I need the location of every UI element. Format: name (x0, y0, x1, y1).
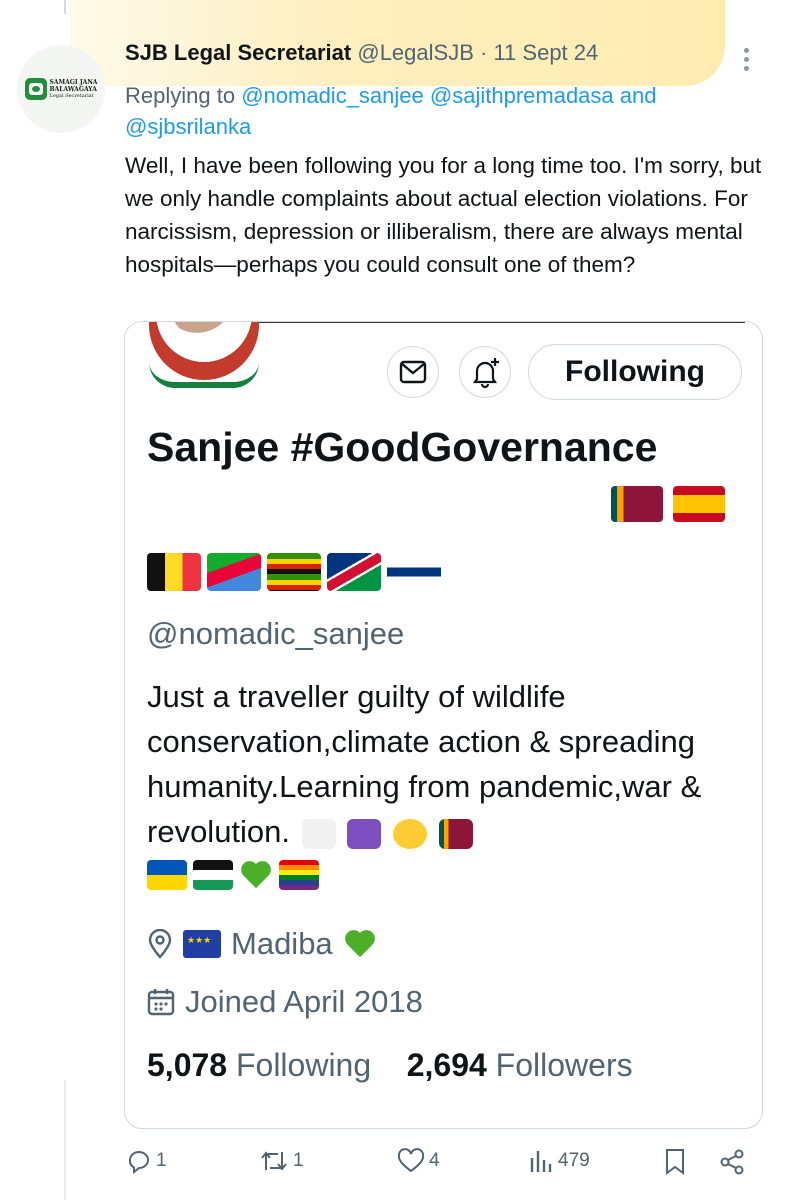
like-count: 4 (429, 1150, 440, 1171)
followers-label: Followers (495, 1047, 633, 1083)
author-name[interactable]: SJB Legal Secretariat (125, 40, 351, 65)
more-options-icon[interactable] (736, 44, 756, 74)
bookmark-icon (666, 1149, 684, 1175)
profile-bio: Just a traveller guilty of wildlife cons… (147, 674, 747, 854)
belgium-flag-icon (147, 553, 201, 591)
name-flags (611, 486, 731, 522)
bio-emojis-row (147, 860, 319, 890)
message-button[interactable] (387, 346, 439, 398)
tweet-actions-bar: 1 1 4 479 (0, 1140, 786, 1190)
notify-button[interactable] (459, 346, 511, 398)
mention-link[interactable]: @sjbsrilanka (125, 114, 251, 139)
profile-avatar-ring (149, 362, 259, 388)
calendar-icon (147, 989, 175, 1016)
sri-lanka-flag-icon (438, 818, 473, 849)
author-avatar[interactable]: SAMAGI JANA BALAWAGAYA Legal Secretariat (17, 45, 105, 133)
mask-face-icon (392, 818, 427, 849)
palestine-flag-icon (193, 860, 233, 890)
reply-button[interactable]: 1 (126, 1148, 167, 1174)
dove-icon (301, 818, 336, 849)
like-button[interactable]: 4 (397, 1148, 440, 1174)
profile-stats: 5,078 Following 2,694 Followers (147, 1047, 633, 1084)
share-button[interactable] (718, 1148, 746, 1176)
reply-icon (128, 1151, 149, 1174)
view-count: 479 (558, 1150, 590, 1171)
replying-and: and (619, 83, 657, 108)
zimbabwe-flag-icon (267, 553, 321, 591)
mention-link[interactable]: @nomadic_sanjee (241, 83, 424, 108)
repost-count: 1 (293, 1150, 304, 1171)
repost-button[interactable]: 1 (259, 1148, 304, 1174)
mention-link[interactable]: @sajithpremadasa (430, 83, 614, 108)
name-flags-row (147, 553, 441, 591)
views-bar-chart-icon (530, 1151, 552, 1172)
tweet-date[interactable]: 11 Sept 24 (493, 40, 598, 65)
logo-line-3: Legal Secretariat (49, 92, 94, 99)
envelope-icon (399, 360, 427, 384)
repost-icon (261, 1151, 287, 1171)
green-heart-icon (239, 860, 273, 890)
thread-line-top (64, 0, 66, 14)
heart-icon (397, 1148, 425, 1173)
profile-location: Madiba (147, 926, 377, 962)
separator-dot: · (480, 40, 488, 65)
logo-line-2: BALAWAGAYA (49, 85, 97, 93)
bell-plus-icon (472, 358, 499, 388)
share-icon (720, 1149, 744, 1175)
tweet-header: SJB Legal Secretariat @LegalSJB · 11 Sep… (125, 40, 598, 66)
sri-lanka-flag-icon (611, 486, 663, 522)
profile-joined: Joined April 2018 (147, 984, 423, 1020)
location-pin-icon (148, 929, 172, 959)
logo-line-1: SAMAGI JANA (49, 78, 98, 86)
location-text: Madiba (231, 926, 333, 961)
ukraine-flag-icon (147, 860, 187, 890)
eritrea-flag-icon (207, 553, 261, 591)
joined-text: Joined April 2018 (185, 984, 423, 1019)
green-heart-icon (343, 929, 377, 959)
profile-card-image[interactable]: Following Sanjee #GoodGovernance @nomadi… (124, 321, 763, 1129)
sjb-logo: SAMAGI JANA BALAWAGAYA Legal Secretariat (24, 78, 98, 100)
replying-to-line: Replying to @nomadic_sanjee @sajithprema… (125, 80, 765, 142)
eu-flag-icon (183, 930, 221, 958)
peace-icon (347, 818, 382, 849)
profile-name-text: Sanjee #GoodGovernance (147, 424, 658, 470)
bio-text: Just a traveller guilty of wildlife cons… (147, 679, 702, 849)
phone-logo-icon (24, 78, 47, 100)
replying-prefix: Replying to (125, 83, 236, 108)
profile-display-name: Sanjee #GoodGovernance (147, 418, 747, 477)
finland-flag-icon (387, 553, 441, 591)
spain-flag-icon (673, 486, 725, 522)
author-handle[interactable]: @LegalSJB (357, 40, 474, 65)
profile-handle: @nomadic_sanjee (147, 616, 405, 651)
following-button[interactable]: Following (528, 344, 742, 400)
namibia-flag-icon (327, 553, 381, 591)
following-count: 5,078 (147, 1047, 228, 1083)
rainbow-flag-icon (279, 860, 319, 890)
bookmark-button[interactable] (664, 1148, 686, 1176)
followers-count: 2,694 (406, 1047, 487, 1083)
reply-count: 1 (156, 1150, 167, 1171)
views-button[interactable]: 479 (528, 1148, 590, 1174)
tweet-text: Well, I have been following you for a lo… (125, 153, 762, 277)
following-label: Following (235, 1047, 372, 1083)
